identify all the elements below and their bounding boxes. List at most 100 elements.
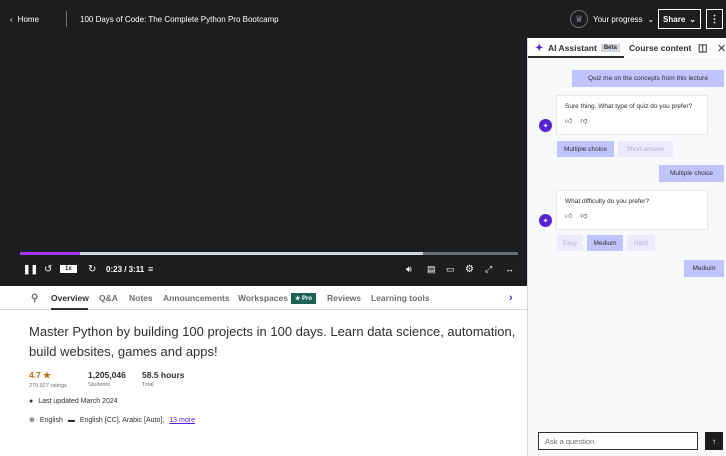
panel-header: ✦ AI Assistant Beta Course content ◫ ✕ bbox=[528, 38, 726, 58]
tab-workspaces-label: Workspaces bbox=[238, 293, 288, 303]
fullscreen-button[interactable]: ⤢ bbox=[485, 258, 492, 280]
ai-message: What difficulty do you prefer? 👍︎ 👎︎ bbox=[556, 190, 708, 230]
home-label: Home bbox=[17, 14, 40, 24]
top-bar: ‹ Home 100 Days of Code: The Complete Py… bbox=[0, 0, 726, 38]
captions-text: English [CC], Arabic [Auto], bbox=[79, 416, 165, 424]
search-icon: ⚲ bbox=[31, 292, 39, 304]
feedback-buttons: 👍︎ 👎︎ bbox=[565, 116, 699, 125]
thumbs-up-icon[interactable]: 👍︎ bbox=[565, 116, 572, 125]
ai-assistant-label: AI Assistant bbox=[548, 43, 597, 53]
chevron-down-icon: ⌄ bbox=[689, 14, 696, 24]
transcript-button[interactable]: ▤ bbox=[427, 258, 436, 280]
time-display: 0:23 / 3:11 bbox=[106, 264, 145, 274]
captions-button[interactable]: ▭ bbox=[446, 258, 455, 280]
quiz-type-chip[interactable]: Multiple choice bbox=[557, 141, 614, 157]
add-note-button[interactable]: ≡ bbox=[148, 258, 153, 280]
students-stat: 1,205,046 Students bbox=[88, 370, 126, 388]
students-value: 1,205,046 bbox=[88, 370, 126, 380]
ai-avatar: ✦ bbox=[539, 214, 552, 227]
more-vertical-icon: ⋮ bbox=[709, 13, 720, 25]
tab-learning-tools[interactable]: Learning tools bbox=[371, 286, 430, 310]
rating-value: 4.7 ★ bbox=[29, 370, 51, 380]
add-note-icon: ≡ bbox=[148, 264, 154, 274]
thumbs-up-icon[interactable]: 👍︎ bbox=[565, 211, 572, 220]
ai-message-text: What difficulty do you prefer? bbox=[565, 198, 650, 205]
user-message: Medium bbox=[684, 260, 724, 277]
active-panel-tab-indicator bbox=[528, 56, 624, 58]
buffer-fill bbox=[20, 252, 424, 255]
expand-horizontal-icon: ↔ bbox=[505, 264, 514, 274]
tab-qa[interactable]: Q&A bbox=[99, 286, 118, 310]
playback-rate-button[interactable]: 1x bbox=[60, 258, 77, 280]
video-player[interactable]: ❚❚ ↺ 1x ↻ 0:23 / 3:11 ≡ 🔊︎ ▤ ▭ ⚙ ⤢ ↔ bbox=[0, 38, 527, 286]
difficulty-chip[interactable]: Medium bbox=[587, 235, 623, 251]
captions-icon: ▬ bbox=[67, 416, 75, 424]
tab-announcements[interactable]: Announcements bbox=[163, 286, 230, 310]
tab-overview[interactable]: Overview bbox=[51, 286, 89, 310]
difficulty-chip[interactable]: Easy bbox=[557, 235, 583, 251]
tab-reviews[interactable]: Reviews bbox=[327, 286, 361, 310]
tab-ai-assistant[interactable]: AI Assistant Beta bbox=[548, 38, 620, 58]
beta-badge: Beta bbox=[600, 44, 620, 52]
progress-bar[interactable] bbox=[20, 252, 518, 255]
thumbs-down-icon[interactable]: 👎︎ bbox=[580, 116, 587, 125]
hours-label: Total bbox=[142, 382, 154, 388]
thumbs-down-icon[interactable]: 👎︎ bbox=[580, 211, 587, 220]
chevron-down-icon: ⌄ bbox=[647, 14, 655, 24]
close-panel-button[interactable]: ✕ bbox=[717, 38, 726, 58]
trophy-icon: ♕ bbox=[570, 10, 588, 28]
tab-workspaces[interactable]: Workspaces ★ Pro bbox=[238, 286, 316, 310]
user-message: Multiple choice bbox=[659, 165, 724, 182]
expand-button[interactable]: ↔ bbox=[505, 258, 514, 280]
quiz-type-chip[interactable]: Short answer bbox=[618, 141, 673, 157]
last-updated: ● Last updated March 2024 bbox=[29, 398, 118, 405]
collapse-panel-button[interactable]: ◫ bbox=[698, 38, 707, 58]
course-tabs: ⚲ Overview Q&A Notes Announcements Works… bbox=[0, 286, 527, 310]
volume-icon: 🔊︎ bbox=[406, 263, 412, 274]
tab-notes[interactable]: Notes bbox=[129, 286, 153, 310]
rewind-button[interactable]: ↺ bbox=[44, 258, 52, 280]
chevron-left-icon: ‹ bbox=[10, 14, 13, 24]
difficulty-chip[interactable]: Hard bbox=[627, 235, 655, 251]
player-controls: ❚❚ ↺ 1x ↻ 0:23 / 3:11 ≡ 🔊︎ ▤ ▭ ⚙ ⤢ ↔ bbox=[0, 258, 527, 280]
panel-icon: ◫ bbox=[698, 42, 708, 54]
more-options-button[interactable]: ⋮ bbox=[706, 9, 723, 29]
language-text: English bbox=[39, 416, 63, 424]
send-button[interactable]: ↑ bbox=[705, 432, 723, 450]
last-updated-text: Last updated March 2024 bbox=[38, 398, 118, 405]
gear-icon: ⚙ bbox=[465, 263, 474, 275]
language-info: ⊕ English ▬ English [CC], Arabic [Auto],… bbox=[29, 416, 195, 425]
rating-stat: 4.7 ★ 279,927 ratings bbox=[29, 370, 67, 389]
home-link[interactable]: ‹ Home bbox=[10, 0, 39, 38]
search-button[interactable]: ⚲ bbox=[31, 286, 38, 310]
your-progress-label: Your progress bbox=[593, 14, 643, 24]
played-fill bbox=[20, 252, 80, 255]
students-label: Students bbox=[88, 382, 110, 388]
transcript-icon: ▤ bbox=[427, 263, 436, 274]
course-title: 100 Days of Code: The Complete Python Pr… bbox=[80, 14, 279, 24]
send-arrow-icon: ↑ bbox=[712, 436, 716, 446]
globe-icon: ⊕ bbox=[29, 417, 35, 424]
hours-value: 58.5 hours bbox=[142, 370, 185, 380]
playback-rate: 1x bbox=[60, 265, 77, 273]
feedback-buttons: 👍︎ 👎︎ bbox=[565, 211, 699, 220]
course-headline: Master Python by building 100 projects i… bbox=[29, 324, 516, 359]
volume-button[interactable]: 🔊︎ bbox=[406, 258, 412, 280]
settings-button[interactable]: ⚙ bbox=[465, 258, 474, 280]
tabs-scroll-right[interactable]: › bbox=[509, 286, 513, 310]
user-message: Quiz me on the concepts from this lectur… bbox=[572, 70, 724, 87]
captions-icon: ▭ bbox=[446, 263, 455, 274]
pause-button[interactable]: ❚❚ bbox=[23, 258, 38, 280]
ask-question-input[interactable]: Ask a question bbox=[538, 432, 698, 450]
forward-button[interactable]: ↻ bbox=[88, 258, 96, 280]
active-tab-indicator bbox=[51, 308, 88, 310]
close-icon: ✕ bbox=[717, 42, 726, 55]
tab-course-content[interactable]: Course content bbox=[629, 38, 691, 58]
share-button[interactable]: Share ⌄ bbox=[658, 9, 701, 29]
sparkle-icon: ✦ bbox=[535, 42, 544, 54]
ai-assistant-panel: ✦ AI Assistant Beta Course content ◫ ✕ Q… bbox=[527, 38, 726, 456]
your-progress-button[interactable]: ♕ Your progress ⌄ bbox=[570, 0, 654, 38]
more-languages-link[interactable]: 13 more bbox=[169, 417, 195, 424]
chevron-right-icon: › bbox=[509, 292, 513, 304]
rating-label: 279,927 ratings bbox=[29, 383, 67, 389]
